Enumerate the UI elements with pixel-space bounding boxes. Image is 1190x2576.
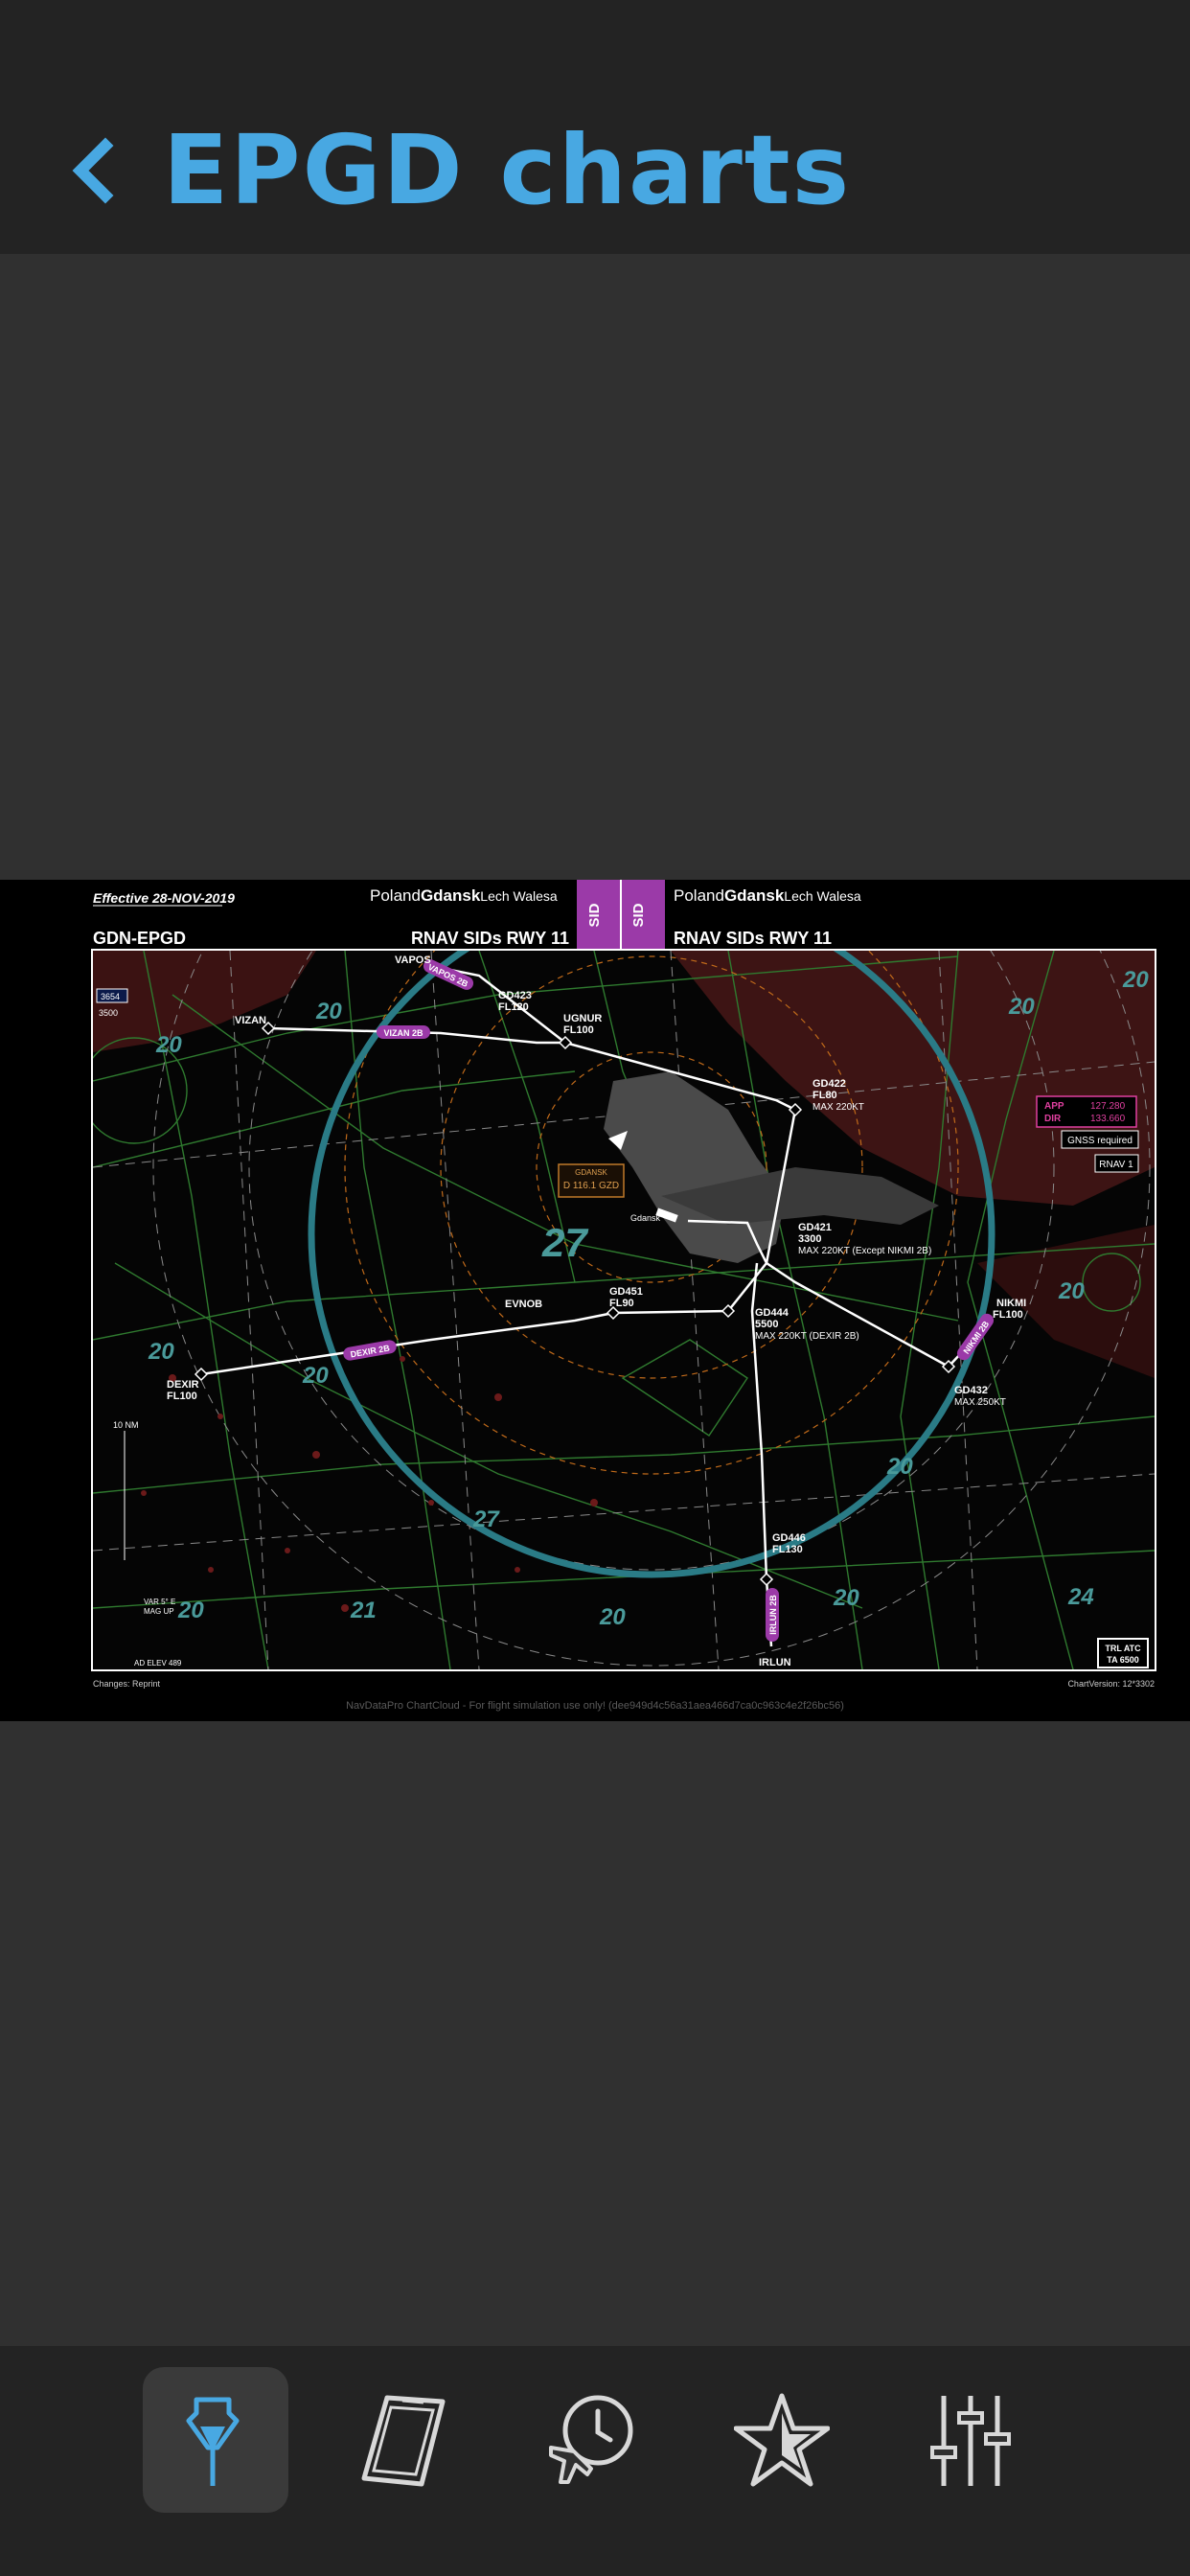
chevron-left-icon	[72, 137, 114, 204]
procedure-title-left: RNAV SIDs RWY 11	[411, 929, 569, 948]
tab-flights[interactable]	[520, 2367, 666, 2513]
freq-dir-label: DIR	[1044, 1114, 1062, 1124]
msa-sector-6: 20	[148, 1339, 174, 1365]
airport-header-right: PolandGdanskLech Walesa	[674, 886, 861, 905]
msa-sector-2: 20	[315, 999, 342, 1024]
chart-disclaimer: NavDataPro ChartCloud - For flight simul…	[346, 1700, 844, 1712]
scale-bar-label: 10 NM	[113, 1420, 139, 1430]
airport-tower-icon	[186, 2397, 240, 2486]
chart-changes: Changes: Reprint	[93, 1679, 161, 1689]
freq-dir: 133.660	[1090, 1114, 1126, 1124]
page-title: EPGD charts	[163, 114, 852, 226]
wpt-evnob: EVNOB	[505, 1299, 542, 1310]
star-icon	[734, 2393, 830, 2487]
sid-chart-image: Effective 28-NOV-2019 PolandGdanskLech W…	[91, 880, 1156, 1712]
msa-sector-8: 27	[472, 1506, 500, 1532]
tab-charts[interactable]	[332, 2367, 477, 2513]
procedure-title-right: RNAV SIDs RWY 11	[674, 929, 832, 948]
top-bar: EPGD charts	[0, 0, 1190, 254]
wpt-gd446: GD446	[772, 1532, 806, 1544]
vor-freq: D 116.1 GZD	[563, 1181, 619, 1191]
sliders-icon	[930, 2396, 1011, 2486]
flight-schedule-icon	[549, 2395, 633, 2484]
wpt-nikmi-alt: FL100	[993, 1309, 1023, 1321]
msa-sector-12: 21	[350, 1598, 377, 1623]
msa-bottom-value: 3500	[99, 1008, 118, 1018]
msa-sector-14: 24	[1067, 1584, 1094, 1610]
chart-version: ChartVersion: 12*3302	[1067, 1679, 1155, 1689]
wpt-gd423: GD423	[498, 990, 532, 1001]
mag-var: VAR 5° E	[144, 1598, 175, 1606]
airport-header-left: PolandGdanskLech Walesa	[370, 886, 558, 905]
msa-sector-10: 20	[886, 1454, 913, 1480]
wpt-gd422: GD422	[812, 1078, 846, 1090]
mag-var-up: MAG UP	[144, 1607, 174, 1616]
back-button[interactable]	[65, 132, 123, 209]
wpt-vizan: VIZAN	[235, 1015, 266, 1026]
msa-sector-1: 20	[155, 1032, 182, 1058]
wpt-gd444-alt: 5500	[755, 1319, 778, 1330]
msa-sector-3: 20	[1008, 994, 1035, 1020]
wpt-gd422-speed: MAX 220KT	[812, 1102, 864, 1113]
wpt-gd422-alt: FL80	[812, 1090, 837, 1101]
msa-top-value: 3654	[101, 992, 120, 1001]
rnav-label: RNAV 1	[1099, 1160, 1133, 1170]
tab-settings[interactable]	[898, 2367, 1043, 2513]
sid-badge-label-right: SID	[630, 903, 647, 927]
wpt-dexir: DEXIR	[167, 1379, 199, 1391]
proc-vizan: VIZAN 2B	[383, 1028, 423, 1038]
wpt-gd444-speed: MAX 220KT (DEXIR 2B)	[755, 1331, 859, 1342]
wpt-irlun: IRLUN	[759, 1657, 791, 1668]
trl-label: TRL ATC	[1105, 1644, 1141, 1653]
vor-name: GDANSK	[575, 1168, 607, 1177]
wpt-gd451-alt: FL90	[609, 1298, 634, 1309]
wpt-ugnur: UGNUR	[563, 1013, 602, 1024]
bottom-tab-bar	[0, 2346, 1190, 2576]
effective-date: Effective 28-NOV-2019	[93, 890, 235, 906]
tab-favorites[interactable]	[709, 2367, 855, 2513]
wpt-gd446-alt: FL130	[772, 1544, 803, 1555]
wpt-gd423-alt: FL120	[498, 1001, 529, 1013]
gnss-label: GNSS required	[1067, 1136, 1133, 1146]
wpt-gd421: GD421	[798, 1222, 832, 1233]
msa-sector-9: 20	[302, 1363, 329, 1389]
msa-sector-11: 20	[177, 1598, 204, 1623]
ta-label: TA 6500	[1107, 1655, 1139, 1665]
aerodrome-elevation: AD ELEV 489	[134, 1659, 182, 1668]
wpt-gd444: GD444	[755, 1307, 790, 1319]
msa-sector-5: 20	[1058, 1278, 1085, 1304]
svg-text:Gdansk: Gdansk	[630, 1213, 661, 1223]
proc-irlun: IRLUN 2B	[768, 1595, 778, 1635]
tab-airports[interactable]	[143, 2367, 288, 2513]
msa-sector-4: 20	[1122, 967, 1149, 993]
freq-app-label: APP	[1044, 1101, 1064, 1112]
wpt-gd432: GD432	[954, 1385, 988, 1396]
wpt-vapos: VAPOS	[395, 954, 431, 966]
freq-app: 127.280	[1090, 1101, 1126, 1112]
wpt-gd421-alt: 3300	[798, 1233, 821, 1245]
msa-sector-7: 27	[541, 1220, 588, 1265]
wpt-gd451: GD451	[609, 1286, 643, 1298]
msa-sector-15: 20	[833, 1585, 859, 1611]
msa-sector-13: 20	[599, 1604, 626, 1630]
wpt-ugnur-alt: FL100	[563, 1024, 594, 1036]
wpt-nikmi: NIKMI	[996, 1298, 1026, 1309]
chart-document-icon	[361, 2395, 446, 2487]
chart-viewer[interactable]: Effective 28-NOV-2019 PolandGdanskLech W…	[0, 880, 1190, 1721]
wpt-dexir-alt: FL100	[167, 1391, 197, 1402]
wpt-gd421-speed: MAX 220KT (Except NIKMI 2B)	[798, 1246, 931, 1256]
wpt-gd432-speed: MAX 250KT	[954, 1397, 1006, 1408]
sid-badge-label-left: SID	[586, 903, 603, 927]
chart-code: GDN-EPGD	[93, 929, 186, 948]
